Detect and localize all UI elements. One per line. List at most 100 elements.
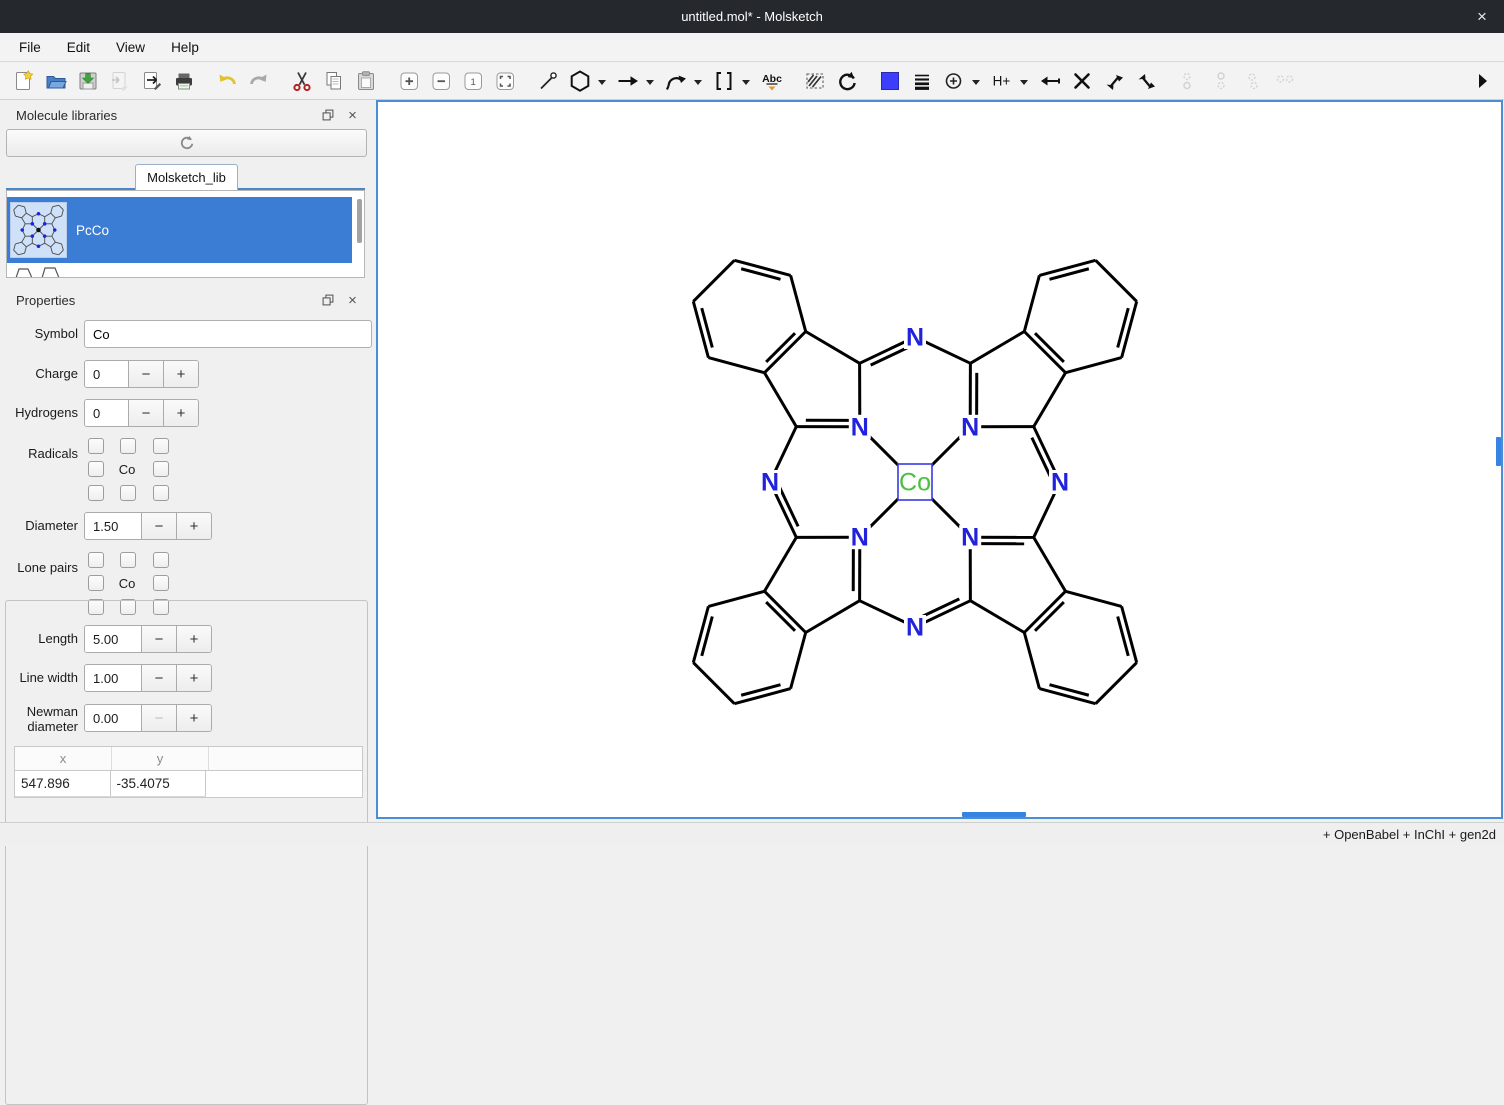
libraries-float-icon[interactable]	[319, 108, 336, 123]
lone-pair-checkbox-r1c2[interactable]	[153, 575, 169, 591]
toolbar-text-tool-button[interactable]: Abc	[756, 66, 788, 96]
lone-pair-checkbox-r1c0[interactable]	[88, 575, 104, 591]
toolbar-hydrogen-tool-button[interactable]: H+	[986, 66, 1018, 96]
toolbar-zoom-in-button[interactable]	[393, 66, 425, 96]
radical-checkbox-r2c2[interactable]	[153, 485, 169, 501]
line-width-increment-button[interactable]: +	[176, 665, 211, 691]
toolbar-mechanics-tool-2-button[interactable]	[1130, 66, 1162, 96]
charge-decrement-button[interactable]: −	[128, 361, 163, 387]
toolbar-save-button[interactable]	[72, 66, 104, 96]
toolbar-ring-tool-button[interactable]	[564, 66, 596, 96]
atom-N[interactable]: N	[961, 413, 979, 441]
hydrogens-value[interactable]: 0	[85, 400, 128, 426]
toolbar-rotate-tool-button[interactable]	[831, 66, 863, 96]
coord-x-cell[interactable]: 547.896	[15, 771, 111, 796]
radical-checkbox-r0c0[interactable]	[88, 438, 104, 454]
charge-tool-dropdown-arrow-icon[interactable]	[972, 80, 980, 85]
lone-pair-checkbox-r2c0[interactable]	[88, 599, 104, 615]
toolbar-open-file-button[interactable]	[40, 66, 72, 96]
length-value[interactable]: 5.00	[85, 626, 141, 652]
window-titlebar[interactable]: untitled.mol* - Molsketch ×	[0, 0, 1504, 33]
mechanism-arrow-tool-dropdown-arrow-icon[interactable]	[694, 80, 702, 85]
lone-pair-checkbox-r2c1[interactable]	[120, 599, 136, 615]
properties-close-icon[interactable]: ×	[344, 293, 361, 308]
toolbar-cut-button[interactable]	[286, 66, 318, 96]
hydrogen-tool-dropdown-arrow-icon[interactable]	[1020, 80, 1028, 85]
toolbar-redo-button[interactable]	[243, 66, 275, 96]
coords-header-x[interactable]: x	[15, 747, 112, 770]
menu-file[interactable]: File	[8, 37, 52, 58]
toolbar-new-file-button[interactable]	[8, 66, 40, 96]
toolbar-mechanics-tool-1-button[interactable]	[1098, 66, 1130, 96]
hydrogens-decrement-button[interactable]: −	[128, 400, 163, 426]
toolbar-copy-button[interactable]	[318, 66, 350, 96]
menu-help[interactable]: Help	[160, 37, 210, 58]
radical-checkbox-r0c2[interactable]	[153, 438, 169, 454]
menu-view[interactable]: View	[105, 37, 156, 58]
vertical-scrollbar-thumb[interactable]	[1496, 437, 1501, 466]
libraries-close-icon[interactable]: ×	[344, 108, 361, 123]
atom-N[interactable]: N	[1051, 469, 1069, 497]
properties-float-icon[interactable]	[319, 293, 336, 308]
toolbar-zoom-out-button[interactable]	[425, 66, 457, 96]
atom-N[interactable]: N	[961, 524, 979, 552]
diameter-value[interactable]: 1.50	[85, 513, 141, 539]
charge-increment-button[interactable]: +	[163, 361, 198, 387]
window-close-button[interactable]: ×	[1468, 0, 1496, 33]
lone-pair-checkbox-r0c1[interactable]	[120, 552, 136, 568]
lone-pair-checkbox-r0c0[interactable]	[88, 552, 104, 568]
toolbar-print-button[interactable]	[168, 66, 200, 96]
atom-Co[interactable]: Co	[899, 469, 931, 497]
toolbar-reaction-arrow-tool-button[interactable]	[612, 66, 644, 96]
toolbar-charge-tool-button[interactable]	[938, 66, 970, 96]
atom-N[interactable]: N	[761, 469, 779, 497]
library-item-pcco[interactable]: PcCo	[7, 197, 352, 263]
bracket-tool-dropdown-arrow-icon[interactable]	[742, 80, 750, 85]
reaction-arrow-tool-dropdown-arrow-icon[interactable]	[646, 80, 654, 85]
toolbar-selection-tool-button[interactable]	[799, 66, 831, 96]
charge-value[interactable]: 0	[85, 361, 128, 387]
toolbar-line-width-button[interactable]	[906, 66, 938, 96]
diameter-decrement-button[interactable]: −	[141, 513, 176, 539]
symbol-input[interactable]	[84, 320, 372, 348]
ring-tool-dropdown-arrow-icon[interactable]	[598, 80, 606, 85]
toolbar-delete-tool-button[interactable]	[1066, 66, 1098, 96]
menu-edit[interactable]: Edit	[56, 37, 101, 58]
length-increment-button[interactable]: +	[176, 626, 211, 652]
hydrogens-increment-button[interactable]: +	[163, 400, 198, 426]
coord-y-cell[interactable]: -35.4075	[111, 771, 207, 796]
drawing-canvas[interactable]: N N N N N N N N Co	[376, 100, 1503, 819]
line-width-value[interactable]: 1.00	[85, 665, 141, 691]
library-item-next-partial[interactable]	[10, 263, 67, 278]
lone-pair-checkbox-r2c2[interactable]	[153, 599, 169, 615]
coords-header-y[interactable]: y	[112, 747, 209, 770]
atom-N[interactable]: N	[906, 614, 924, 642]
toolbar-mechanism-arrow-tool-button[interactable]	[660, 66, 692, 96]
toolbar-color-swatch-button[interactable]	[874, 66, 906, 96]
toolbar-draw-tool-button[interactable]	[532, 66, 564, 96]
toolbar-paste-button[interactable]	[350, 66, 382, 96]
molecule-canvas[interactable]: N N N N N N N N Co	[378, 102, 1501, 817]
library-list[interactable]: PcCo	[6, 190, 365, 278]
diameter-increment-button[interactable]: +	[176, 513, 211, 539]
horizontal-scrollbar-thumb[interactable]	[962, 812, 1026, 817]
toolbar-undo-button[interactable]	[211, 66, 243, 96]
radical-checkbox-r1c0[interactable]	[88, 461, 104, 477]
radical-checkbox-r2c1[interactable]	[120, 485, 136, 501]
radical-checkbox-r1c2[interactable]	[153, 461, 169, 477]
toolbar-zoom-fit-button[interactable]	[489, 66, 521, 96]
toolbar-implicit-hydrogen-tool-button[interactable]	[1034, 66, 1066, 96]
toolbar-bracket-tool-button[interactable]	[708, 66, 740, 96]
lone-pair-checkbox-r0c2[interactable]	[153, 552, 169, 568]
library-refresh-button[interactable]	[6, 129, 367, 157]
tab-molsketch-lib[interactable]: Molsketch_lib	[135, 164, 238, 190]
radical-checkbox-r2c0[interactable]	[88, 485, 104, 501]
newman-diameter-increment-button[interactable]: +	[176, 705, 211, 731]
toolbar-toolbar-expand-button[interactable]	[1466, 66, 1498, 96]
atom-N[interactable]: N	[906, 324, 924, 352]
atom-N[interactable]: N	[851, 413, 869, 441]
toolbar-zoom-original-button[interactable]: 1	[457, 66, 489, 96]
atom-N[interactable]: N	[851, 524, 869, 552]
newman-diameter-value[interactable]: 0.00	[85, 705, 141, 731]
radical-checkbox-r0c1[interactable]	[120, 438, 136, 454]
